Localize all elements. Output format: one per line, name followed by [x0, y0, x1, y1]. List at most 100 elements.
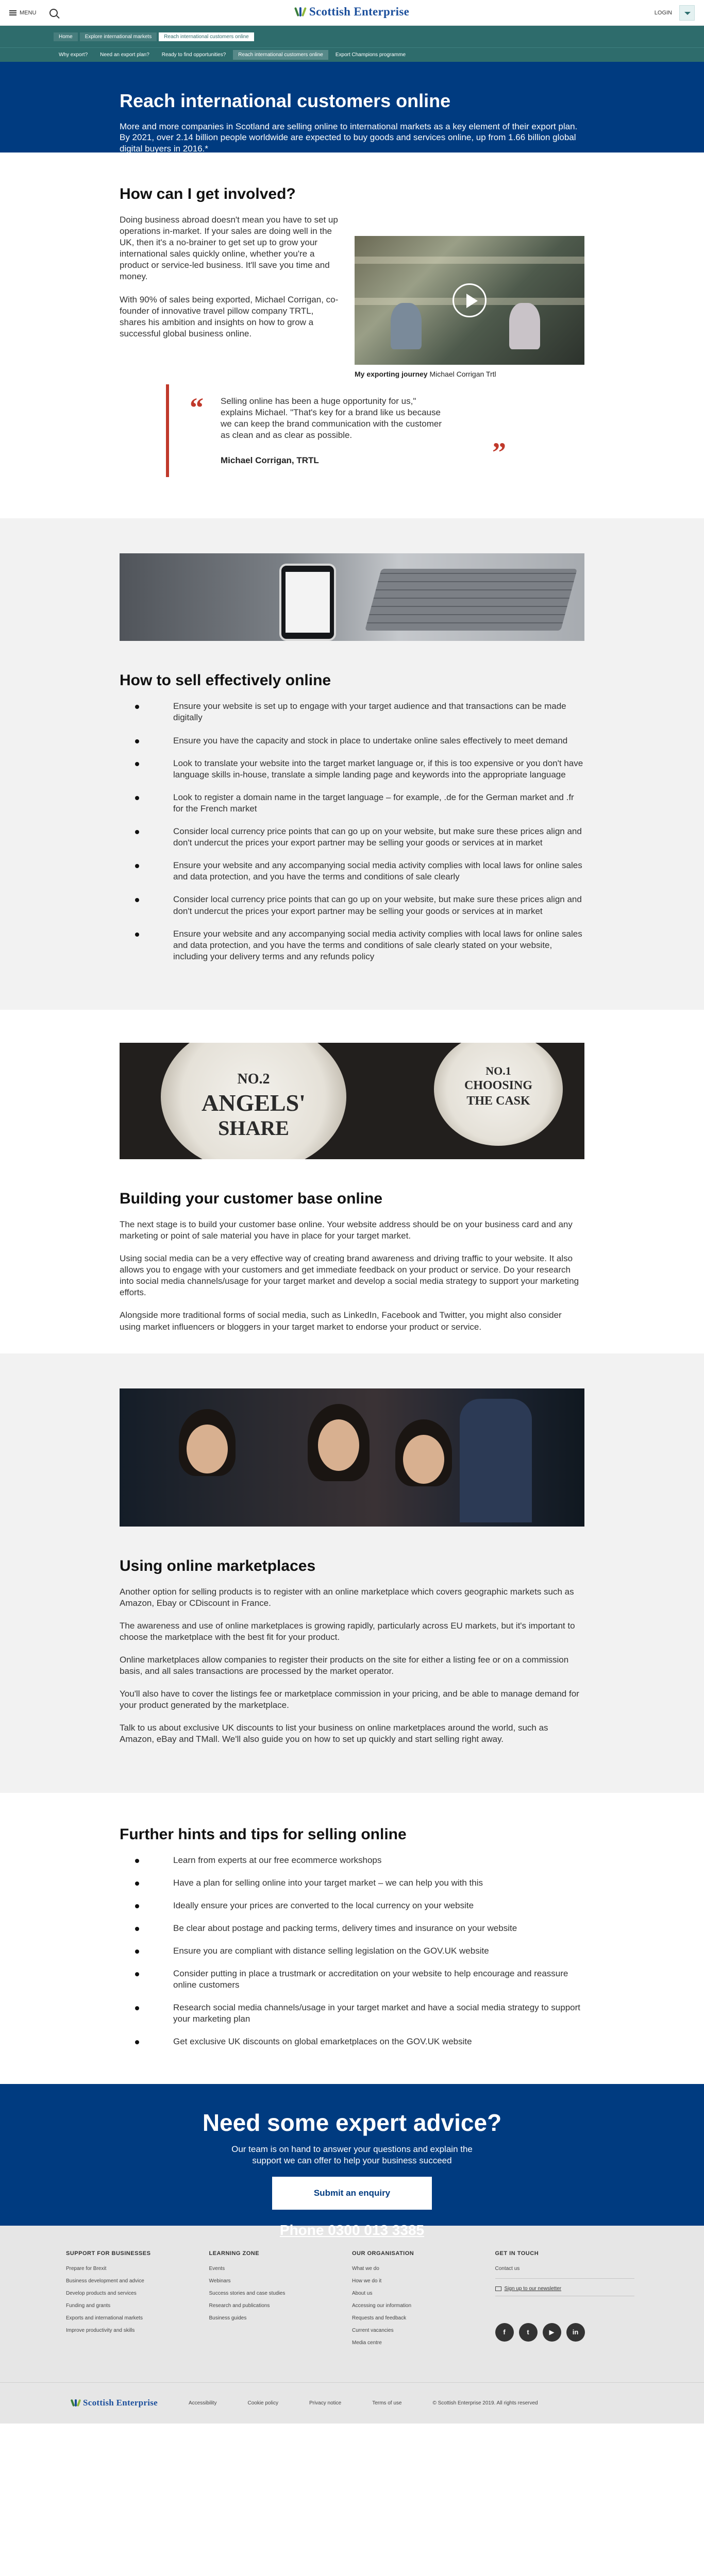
section-subnav: Why export? Need an export plan? Ready t…: [0, 47, 704, 62]
list-item: Research social media channels/usage in …: [120, 2002, 584, 2025]
list-item: Ideally ensure your prices are converted…: [120, 1900, 584, 1911]
hints-heading: Further hints and tips for selling onlin…: [120, 1825, 407, 1843]
terms-of-use-link[interactable]: Terms of use: [372, 2400, 401, 2406]
list-item: Learn from experts at our free ecommerce…: [120, 1855, 584, 1866]
footer-col-support: SUPPORT FOR BUSINESSES Prepare for Brexi…: [66, 2250, 209, 2352]
involved-para-2: With 90% of sales being exported, Michae…: [120, 294, 339, 338]
accessibility-link[interactable]: Accessibility: [189, 2400, 216, 2406]
list-item: Look to register a domain name in the ta…: [120, 792, 584, 815]
footer-link[interactable]: Funding and grants: [66, 2303, 209, 2309]
submit-enquiry-button[interactable]: Submit an enquiry: [272, 2176, 432, 2210]
list-item: Have a plan for selling online into your…: [120, 1877, 584, 1889]
footer-link[interactable]: Webinars: [209, 2278, 353, 2284]
mail-icon: [495, 2286, 501, 2291]
subnav-export-champions[interactable]: Export Champions programme: [330, 50, 411, 60]
subnav-reach-online[interactable]: Reach international customers online: [233, 50, 328, 60]
video-caption: My exporting journey Michael Corrigan Tr…: [355, 370, 584, 378]
menu-button[interactable]: MENU: [9, 10, 36, 16]
footer-link[interactable]: Success stories and case studies: [209, 2291, 353, 2296]
customer-base-para-1: The next stage is to build your customer…: [120, 1219, 573, 1241]
subnav-find-opportunities[interactable]: Ready to find opportunities?: [157, 50, 231, 60]
breadcrumb-explore[interactable]: Explore international markets: [79, 32, 157, 41]
breadcrumb-home[interactable]: Home: [54, 32, 78, 41]
marketplaces-para-1: Another option for selling products is t…: [120, 1586, 574, 1608]
footer-col-learning: LEARNING ZONE Events Webinars Success st…: [209, 2250, 353, 2352]
footer-link[interactable]: How we do it: [352, 2278, 495, 2284]
youtube-icon[interactable]: ▶: [542, 2323, 561, 2342]
footer-link[interactable]: Requests and feedback: [352, 2315, 495, 2321]
footer-link[interactable]: Media centre: [352, 2340, 495, 2346]
footer-link[interactable]: Improve productivity and skills: [66, 2328, 209, 2333]
footer-link[interactable]: About us: [352, 2291, 495, 2296]
customer-base-section: NO.2 ANGELS' SHARE NO.1 CHOOSING THE CAS…: [0, 1010, 704, 1333]
list-item: Be clear about postage and packing terms…: [120, 1923, 584, 1934]
site-footer: SUPPORT FOR BUSINESSES Prepare for Brexi…: [0, 2225, 704, 2424]
breadcrumb-current: Reach international customers online: [159, 32, 254, 41]
footer-link[interactable]: Develop products and services: [66, 2291, 209, 2296]
footer-link[interactable]: Accessing our information: [352, 2303, 495, 2309]
hints-section: Further hints and tips for selling onlin…: [120, 1793, 584, 2048]
facebook-icon[interactable]: f: [495, 2323, 514, 2342]
expert-advice-cta: Need some expert advice? Our team is on …: [0, 2083, 704, 2238]
login-link[interactable]: LOGIN: [655, 10, 672, 16]
footer-col-contact: GET IN TOUCH Contact us Sign up to our n…: [495, 2250, 639, 2352]
footer-link[interactable]: Contact us: [495, 2266, 639, 2272]
footer-link[interactable]: Business development and advice: [66, 2278, 209, 2284]
sell-heading: How to sell effectively online: [120, 672, 331, 689]
barrels-image: NO.2 ANGELS' SHARE NO.1 CHOOSING THE CAS…: [120, 1042, 584, 1159]
footer-col-title: OUR ORGANISATION: [352, 2250, 414, 2257]
marketplaces-para-3: Online marketplaces allow companies to r…: [120, 1655, 569, 1676]
subnav-why-export[interactable]: Why export?: [54, 50, 93, 60]
hints-list: Learn from experts at our free ecommerce…: [120, 1855, 584, 2048]
footer-link[interactable]: Business guides: [209, 2315, 353, 2321]
footer-link[interactable]: Exports and international markets: [66, 2315, 209, 2321]
newsletter-link[interactable]: Sign up to our newsletter: [495, 2286, 639, 2292]
testimonial-quote: “ Selling online has been a huge opportu…: [166, 384, 537, 478]
footer-link[interactable]: Prepare for Brexit: [66, 2266, 209, 2272]
hero-banner: Reach international customers online Mor…: [0, 62, 704, 154]
hero-intro: More and more companies in Scotland are …: [120, 122, 578, 154]
search-icon[interactable]: [49, 8, 58, 17]
site-logo[interactable]: Scottish Enterprise: [294, 5, 409, 19]
barrel-left-line-3: SHARE: [218, 1116, 289, 1140]
footer-link[interactable]: Research and publications: [209, 2303, 353, 2309]
laptop-phone-image: [120, 553, 584, 641]
customer-base-heading: Building your customer base online: [120, 1190, 383, 1207]
twitter-icon[interactable]: t: [518, 2323, 538, 2342]
dropdown-toggle-icon[interactable]: [679, 5, 695, 21]
sell-list: Ensure your website is set up to engage …: [120, 701, 584, 962]
barrel-right-line-2: CHOOSING: [464, 1078, 533, 1092]
list-item: Ensure you are compliant with distance s…: [120, 1945, 584, 1957]
footer-link[interactable]: What we do: [352, 2266, 495, 2272]
footer-link[interactable]: Current vacancies: [352, 2328, 495, 2333]
newsletter-label: Sign up to our newsletter: [504, 2285, 562, 2292]
list-item: Consider local currency price points tha…: [120, 894, 584, 917]
cookie-policy-link[interactable]: Cookie policy: [247, 2400, 278, 2406]
play-icon[interactable]: [452, 283, 487, 317]
open-quote-icon: “: [190, 392, 204, 423]
footer-logo[interactable]: Scottish Enterprise: [70, 2398, 158, 2408]
page-title: Reach international customers online: [120, 90, 451, 111]
hamburger-icon: [9, 10, 16, 15]
customer-base-para-2: Using social media can be a very effecti…: [120, 1253, 579, 1298]
linkedin-icon[interactable]: in: [566, 2323, 585, 2342]
footer-col-title: LEARNING ZONE: [209, 2250, 260, 2257]
barrel-left-line-2: ANGELS': [202, 1089, 306, 1116]
subnav-export-plan[interactable]: Need an export plan?: [95, 50, 155, 60]
video-player[interactable]: [355, 236, 584, 365]
footer-logo-text: Scottish Enterprise: [83, 2398, 158, 2408]
customer-base-para-3: Alongside more traditional forms of soci…: [120, 1310, 562, 1332]
barrel-right-line-1: NO.1: [485, 1064, 511, 1077]
involved-para-1: Doing business abroad doesn't mean you h…: [120, 215, 338, 282]
logo-mark-icon: [70, 2398, 81, 2408]
quote-text: Selling online has been a huge opportuni…: [221, 396, 442, 440]
marketplaces-heading: Using online marketplaces: [120, 1557, 316, 1574]
list-item: Ensure your website is set up to engage …: [120, 701, 584, 723]
involved-section: How can I get involved? Doing business a…: [120, 152, 584, 478]
video-caption-title: My exporting journey: [355, 370, 428, 378]
list-item: Consider putting in place a trustmark or…: [120, 1968, 584, 1991]
privacy-notice-link[interactable]: Privacy notice: [309, 2400, 341, 2406]
list-item: Get exclusive UK discounts on global ema…: [120, 2036, 584, 2047]
footer-link[interactable]: Events: [209, 2266, 353, 2272]
barrel-right-line-3: THE CASK: [466, 1094, 530, 1108]
